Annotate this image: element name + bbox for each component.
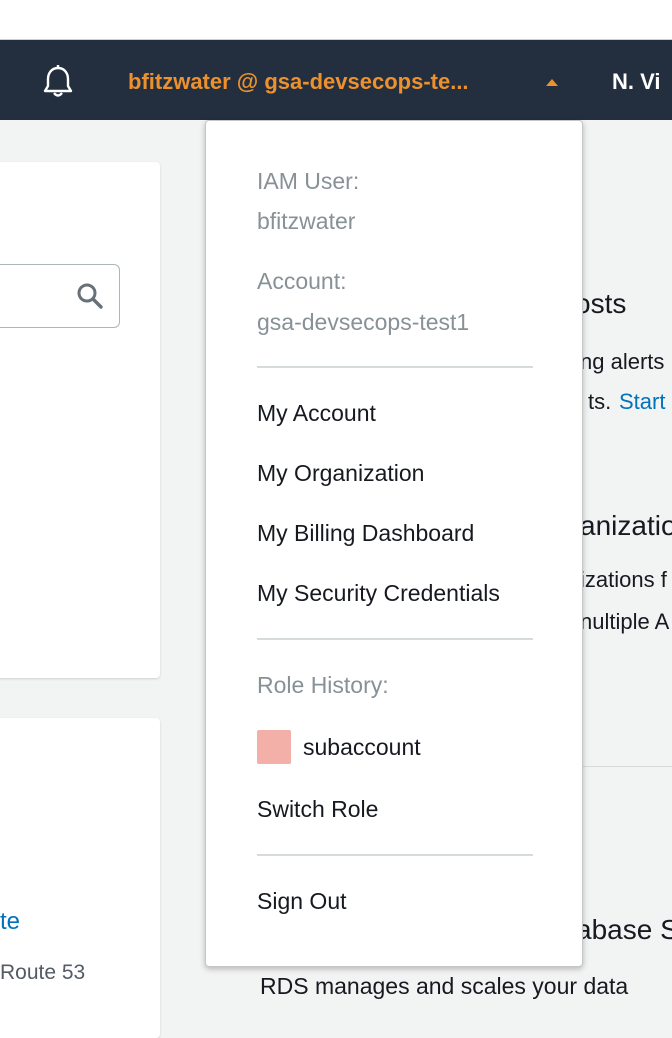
organizations-text-line1: izations f [580, 567, 667, 592]
account-label: Account: [257, 268, 347, 294]
account-menu-button[interactable]: bfitzwater @ gsa-devsecops-te... [128, 64, 469, 100]
account-value: gsa-devsecops-test1 [257, 309, 470, 335]
menu-divider [257, 366, 533, 368]
costs-start-link[interactable]: Start [619, 389, 665, 415]
my-account-item[interactable]: My Account [257, 400, 376, 427]
account-menu-label: bfitzwater @ gsa-devsecops-te... [128, 69, 469, 94]
role-history-label: Role History: [257, 672, 389, 698]
costs-text-line2: ts. [588, 389, 612, 414]
caret-up-icon[interactable] [546, 79, 558, 86]
region-menu-button[interactable]: N. Vi [612, 64, 661, 100]
sign-out-item[interactable]: Sign Out [257, 888, 347, 915]
region-menu-label: N. Vi [612, 69, 661, 94]
bell-icon[interactable] [40, 64, 76, 100]
iam-user-label: IAM User: [257, 168, 360, 194]
left-card-bottom [0, 718, 160, 1038]
my-security-credentials-item[interactable]: My Security Credentials [257, 580, 500, 607]
costs-text-line1: ng alerts [580, 349, 665, 374]
menu-divider [257, 854, 533, 856]
browser-chrome-strip [0, 0, 672, 40]
top-navigation-bar: bfitzwater @ gsa-devsecops-te... N. Vi [0, 40, 672, 120]
iam-user-value: bfitzwater [257, 208, 356, 234]
left-card-top [0, 162, 160, 678]
menu-divider [257, 638, 533, 640]
organizations-heading: anizatio [580, 510, 672, 541]
switch-role-item[interactable]: Switch Role [257, 796, 378, 823]
role-history-item-subaccount[interactable]: subaccount [303, 734, 421, 761]
role-color-swatch [257, 730, 291, 764]
account-dropdown-menu: IAM User: bfitzwater Account: gsa-devsec… [205, 120, 583, 967]
search-icon[interactable] [76, 282, 104, 310]
organizations-text-line2: nultiple A [580, 609, 670, 634]
my-organization-item[interactable]: My Organization [257, 460, 424, 487]
database-heading: abase S [576, 914, 672, 945]
rds-description: RDS manages and scales your data [260, 973, 629, 999]
route53-text: Route 53 [0, 961, 86, 984]
my-billing-dashboard-item[interactable]: My Billing Dashboard [257, 520, 474, 547]
service-link-fragment[interactable]: te [0, 908, 20, 936]
